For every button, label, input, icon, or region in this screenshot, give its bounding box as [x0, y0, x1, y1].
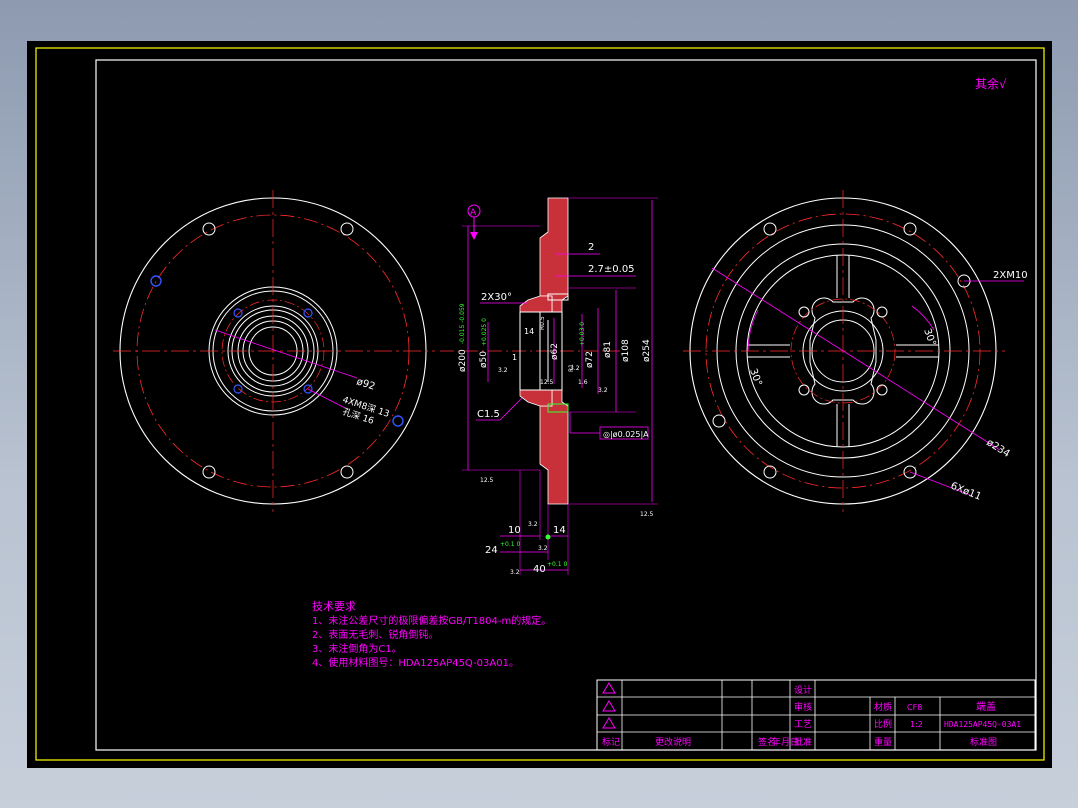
dim-d254: ø254: [642, 339, 652, 362]
tech-item: 4、使用材料图号：HDA125AP45Q-03A01。: [312, 656, 519, 669]
note-2xm10: 2XM10: [993, 270, 1028, 281]
tb-approve: 批准: [794, 736, 812, 748]
tb-scale: 1:2: [910, 720, 923, 729]
roughness-12-5b: 12.5: [480, 477, 494, 484]
dim-d62: ø62: [550, 343, 560, 360]
dim-d200: ø200: [458, 349, 468, 372]
dim-d81: ø81: [603, 341, 613, 358]
dim-c15: C1.5: [477, 409, 500, 420]
dim-40: 40: [533, 564, 546, 575]
tb-standard: 标准图: [970, 736, 997, 748]
dim-14a: 14: [524, 327, 534, 336]
dim-24-tol: +0.1 0: [500, 541, 520, 548]
roughness-note: 其余√: [975, 76, 1007, 91]
dim-1: 1: [512, 353, 517, 362]
roughness-12-5c: 12.5: [640, 511, 654, 518]
dim-14b: 14: [553, 525, 566, 536]
dim-r05: R0.5: [539, 316, 546, 330]
dim-d72: ø72: [585, 351, 595, 368]
dim-24: 24: [485, 545, 498, 556]
dim-10: 10: [508, 525, 521, 536]
rev-label-desc: 更改说明: [655, 736, 691, 748]
dim-d200-tol: -0.015 -0.059: [459, 303, 466, 344]
tolerance-frame: ◎|ø0.025|A: [603, 430, 649, 439]
tb-check: 审核: [794, 701, 812, 713]
tb-weight-label: 重量: [874, 736, 892, 748]
datum-label: A: [470, 208, 477, 218]
tb-material-label: 材质: [874, 701, 892, 713]
tb-design: 设计: [794, 684, 812, 696]
tech-title: 技术要求: [312, 600, 356, 613]
dim-d108: ø108: [621, 339, 631, 362]
dim-40-tol: +0.1 0: [547, 561, 567, 568]
tech-item: 2、表面无毛刺、锐角倒钝。: [312, 628, 438, 641]
tech-item: 1、未注公差尺寸的极限偏差按GB/T1804-m的规定。: [312, 614, 551, 627]
rev-label-mark: 标记: [602, 736, 620, 748]
roughness-3-2c: 3.2: [570, 365, 580, 372]
tb-part-name: 端盖: [976, 700, 996, 713]
roughness-3-2f: 3.2: [510, 569, 520, 576]
tb-drawing-no: HDA125AP45Q-03A1: [944, 720, 1021, 729]
dim-d72-tol: +0.03 0: [579, 322, 586, 346]
dim-2: 2: [588, 242, 594, 253]
tb-material: CF8: [907, 703, 922, 712]
green-marker: [545, 534, 551, 540]
roughness-3-2d: 3.2: [528, 521, 538, 528]
tb-process: 工艺: [794, 719, 812, 730]
dim-chamfer: 2X30°: [481, 292, 512, 303]
dim-2-7: 2.7±0.05: [588, 264, 635, 275]
dim-d50: ø50: [479, 351, 489, 368]
roughness-3-2b: 3.2: [598, 387, 608, 394]
roughness-3-2e: 3.2: [538, 545, 548, 552]
roughness-3-2a: 3.2: [498, 367, 508, 374]
roughness-1-6: 1.6: [578, 379, 588, 386]
dim-d50-tol: +0.025 0: [481, 318, 488, 346]
tech-item: 3、未注倒角为C1。: [312, 642, 402, 655]
roughness-12-5: 12.5: [540, 379, 554, 386]
cad-drawing-sheet: 其余√ ø92 4XM8深 13 孔深 16 A 2 2.7±0.05 2X30…: [27, 41, 1052, 768]
tb-scale-label: 比例: [874, 718, 892, 730]
